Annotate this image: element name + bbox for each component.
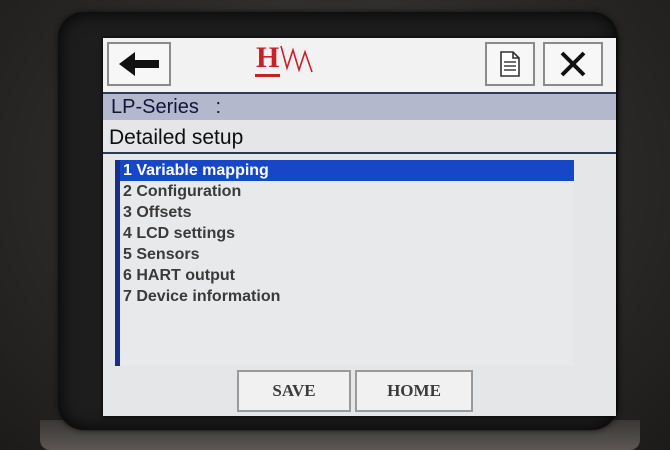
setup-menu: 1 Variable mapping 2 Configuration 3 Off… bbox=[115, 160, 574, 366]
menu-item-lcd-settings[interactable]: 4 LCD settings bbox=[120, 223, 574, 244]
footer-bar: SAVE HOME bbox=[103, 366, 616, 416]
menu-item-device-information[interactable]: 7 Device information bbox=[120, 286, 574, 307]
menu-item-sensors[interactable]: 5 Sensors bbox=[120, 244, 574, 265]
document-button[interactable] bbox=[485, 42, 535, 86]
page-title: Detailed setup bbox=[103, 121, 616, 154]
back-button[interactable] bbox=[107, 42, 171, 86]
close-icon bbox=[560, 51, 586, 77]
menu-item-configuration[interactable]: 2 Configuration bbox=[120, 181, 574, 202]
close-button[interactable] bbox=[543, 42, 603, 86]
save-button[interactable]: SAVE bbox=[237, 370, 351, 412]
document-icon bbox=[500, 51, 520, 77]
waveform-icon bbox=[280, 45, 314, 73]
lcd-screen: H LP-Series : Detailed setup 1 Variable … bbox=[103, 38, 616, 416]
home-button[interactable]: HOME bbox=[355, 370, 473, 412]
top-toolbar: H bbox=[103, 38, 616, 94]
menu-item-hart-output[interactable]: 6 HART output bbox=[120, 265, 574, 286]
menu-item-offsets[interactable]: 3 Offsets bbox=[120, 202, 574, 223]
logo-letter: H bbox=[255, 42, 281, 77]
device-title: LP-Series : bbox=[103, 94, 616, 120]
brand-logo: H bbox=[255, 42, 321, 86]
arrow-left-icon bbox=[119, 52, 159, 76]
menu-item-variable-mapping[interactable]: 1 Variable mapping bbox=[120, 160, 574, 181]
